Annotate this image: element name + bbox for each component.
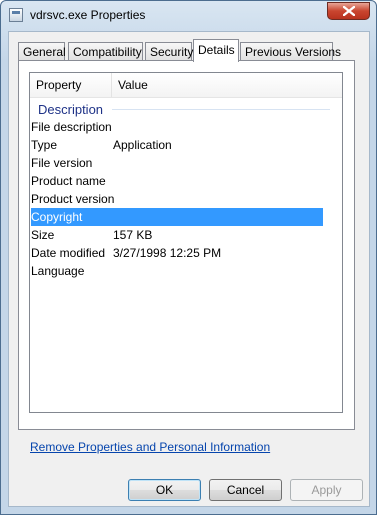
table-row[interactable]: Product version: [31, 190, 323, 208]
tab-security[interactable]: Security: [145, 42, 193, 61]
property-value: 3/27/1998 12:25 PM: [113, 246, 222, 260]
property-value: 157 KB: [113, 228, 153, 242]
property-name: Product name: [31, 174, 106, 188]
column-header-property[interactable]: Property: [30, 73, 112, 97]
table-row[interactable]: Type Application: [31, 136, 323, 154]
dialog-body: General Compatibility Security Details P…: [8, 31, 370, 507]
property-name: Date modified: [31, 246, 106, 260]
group-divider: [112, 109, 330, 110]
property-name: Size: [31, 228, 55, 242]
window-title: vdrsvc.exe Properties: [30, 8, 146, 22]
table-row[interactable]: File version: [31, 154, 323, 172]
details-panel: Property Value Description File descript…: [18, 60, 355, 430]
table-row[interactable]: File description: [31, 118, 323, 136]
table-row[interactable]: Product name: [31, 172, 323, 190]
tab-general[interactable]: General: [18, 42, 66, 61]
property-name: Copyright: [31, 210, 83, 224]
ok-button[interactable]: OK: [128, 479, 201, 501]
cancel-button[interactable]: Cancel: [209, 479, 282, 501]
tab-previous-versions[interactable]: Previous Versions: [240, 42, 341, 61]
property-name: Product version: [31, 192, 115, 206]
close-button[interactable]: [327, 2, 370, 20]
details-list[interactable]: Property Value Description File descript…: [29, 72, 343, 413]
property-name: File description: [31, 120, 112, 134]
table-row[interactable]: Size 157 KB: [31, 226, 323, 244]
table-row[interactable]: Language: [31, 262, 323, 280]
close-icon: [342, 6, 355, 16]
tab-details[interactable]: Details: [193, 39, 239, 62]
property-name: File version: [31, 156, 93, 170]
tab-compatibility[interactable]: Compatibility: [68, 42, 143, 61]
property-value: Application: [113, 138, 172, 152]
list-header: Property Value: [30, 73, 342, 98]
apply-button[interactable]: Apply: [290, 479, 363, 501]
group-header-description: Description: [38, 102, 104, 117]
column-header-value[interactable]: Value: [112, 73, 342, 97]
property-name: Type: [31, 138, 58, 152]
table-row[interactable]: Date modified 3/27/1998 12:25 PM: [31, 244, 323, 262]
window-app-icon: [9, 8, 23, 22]
properties-window: vdrsvc.exe Properties General Compatibil…: [0, 0, 377, 515]
property-name: Language: [31, 264, 85, 278]
remove-properties-link[interactable]: Remove Properties and Personal Informati…: [30, 440, 270, 454]
title-bar[interactable]: vdrsvc.exe Properties: [1, 1, 376, 31]
table-row-selected[interactable]: Copyright: [31, 208, 323, 226]
